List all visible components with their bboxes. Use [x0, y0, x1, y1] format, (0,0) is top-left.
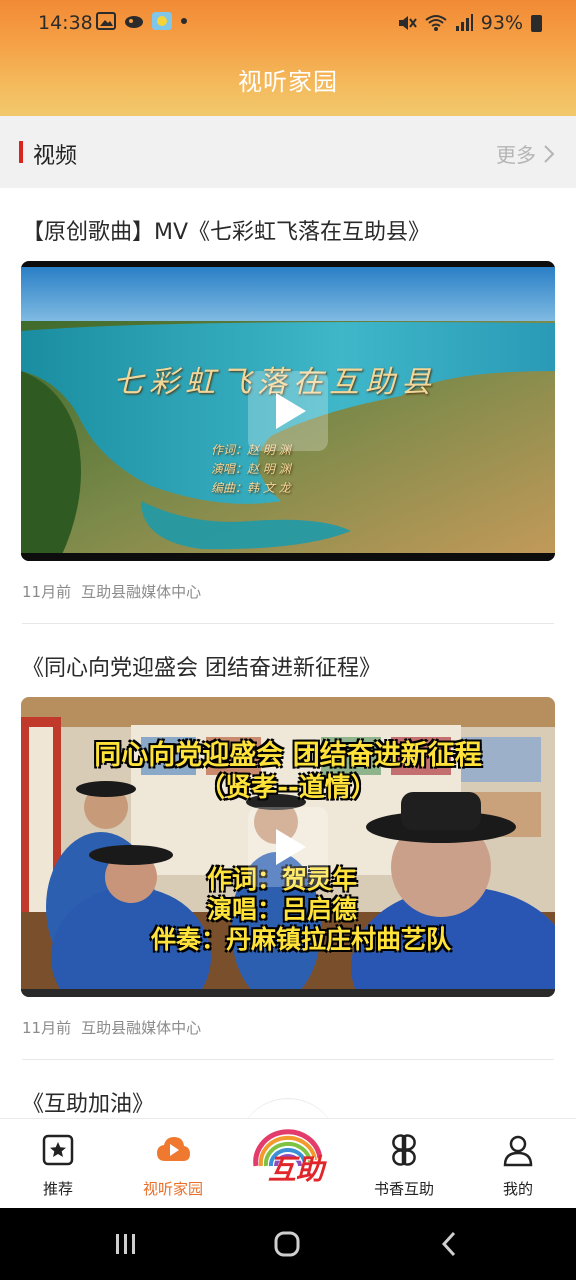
- tab-label: 书香互助: [373, 1180, 434, 1198]
- user-icon: [503, 1135, 533, 1167]
- tab-label: 视听家园: [142, 1180, 203, 1198]
- status-notification-icons: [96, 12, 188, 30]
- dot-icon: [181, 18, 187, 24]
- back-icon[interactable]: [436, 1230, 464, 1258]
- app-notification-icon: [125, 16, 143, 28]
- credit-line: 演唱：吕启德: [207, 895, 358, 924]
- section-header: [0, 116, 576, 188]
- video-overlay-subtitle: （贤孝--道情）: [199, 773, 377, 803]
- status-bar: 14:38 93%: [0, 0, 576, 44]
- status-time: 14:38: [38, 12, 93, 34]
- signal-icon: [455, 14, 473, 31]
- credit-line: 伴奏：丹麻镇拉庄村曲艺队: [151, 925, 452, 954]
- tab-book-huzhu[interactable]: 书香互助: [354, 1119, 454, 1209]
- tab-recommend[interactable]: 推荐: [8, 1119, 108, 1209]
- gallery-icon: [96, 12, 116, 30]
- play-icon: [276, 393, 306, 429]
- recent-apps-icon[interactable]: [112, 1230, 140, 1258]
- time-ago: 11月前: [22, 583, 72, 601]
- page-title: 视听家园: [238, 68, 338, 96]
- section-title: 视频: [33, 144, 78, 169]
- tab-audiovisual-home[interactable]: 视听家园: [123, 1119, 223, 1209]
- divider: [22, 1059, 554, 1060]
- logo-text: 互助: [268, 1153, 325, 1186]
- wifi-icon: [425, 15, 447, 31]
- more-label: 更多: [496, 143, 536, 167]
- video-source: 互助县融媒体中心: [81, 583, 202, 601]
- video-meta: 11月前 互助县融媒体中心: [22, 1017, 201, 1038]
- cartoon-app-icon: [152, 12, 172, 30]
- cloud-play-icon: [157, 1137, 190, 1161]
- section-accent-bar: [19, 141, 23, 163]
- video-title[interactable]: 【原创歌曲】MV《七彩虹飞落在互助县》: [22, 214, 430, 246]
- status-right-icons: 93%: [397, 12, 542, 34]
- credit-line: 编曲：韩 文 龙: [211, 481, 291, 495]
- credit-line: 演唱：赵 明 渊: [211, 462, 291, 476]
- battery-icon: [531, 14, 542, 32]
- video-title[interactable]: 《互助加油》: [22, 1086, 154, 1118]
- mute-icon: [398, 16, 417, 30]
- video-list[interactable]: 【原创歌曲】MV《七彩虹飞落在互助县》 七彩虹飞落在互助县 作词：赵 明 渊 演…: [0, 188, 576, 1118]
- huzhu-logo[interactable]: 互助: [246, 1122, 330, 1192]
- more-link[interactable]: 更多: [496, 139, 556, 168]
- tab-mine[interactable]: 我的: [468, 1119, 568, 1209]
- video-source: 互助县融媒体中心: [81, 1019, 202, 1037]
- home-icon[interactable]: [273, 1230, 301, 1258]
- app-header: 14:38 93% 视听家园: [0, 0, 576, 116]
- play-icon: [276, 829, 306, 865]
- time-ago: 11月前: [22, 1019, 72, 1037]
- tab-label: 推荐: [42, 1180, 73, 1198]
- video-meta: 11月前 互助县融媒体中心: [22, 581, 201, 602]
- system-nav-bar: [0, 1208, 576, 1280]
- chevron-right-icon: [544, 144, 555, 163]
- video-title[interactable]: 《同心向党迎盛会 团结奋进新征程》: [22, 650, 381, 682]
- star-box-icon: [42, 1134, 74, 1166]
- four-petal-icon: [392, 1134, 416, 1166]
- play-button[interactable]: [248, 807, 328, 887]
- tab-label: 我的: [502, 1180, 533, 1198]
- divider: [22, 623, 554, 624]
- battery-percent: 93%: [480, 12, 523, 34]
- video-thumbnail[interactable]: 七彩虹飞落在互助县 作词：赵 明 渊 演唱：赵 明 渊 编曲：韩 文 龙: [21, 261, 555, 561]
- video-thumbnail[interactable]: 同心向党迎盛会 团结奋进新征程 （贤孝--道情） 作词：贺灵年 演唱：吕启德 伴…: [21, 697, 555, 997]
- play-button[interactable]: [248, 371, 328, 451]
